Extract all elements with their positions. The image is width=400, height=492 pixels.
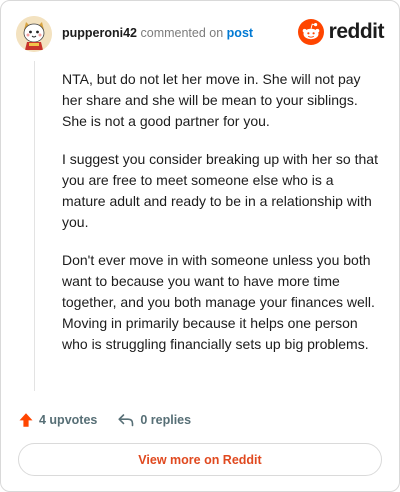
comment-header: pupperoni42 commented on post reddit [16, 16, 385, 52]
comment-actions: 4 upvotes 0 replies [18, 410, 191, 430]
comment-paragraph: Don't ever move in with someone unless y… [62, 252, 375, 352]
reddit-snoo-icon [297, 19, 324, 45]
reply-count: 0 replies [140, 413, 192, 427]
comment-embed-card: pupperoni42 commented on post reddit NTA… [0, 0, 400, 492]
thread-line [34, 61, 35, 391]
upvote-arrow-icon [19, 413, 33, 427]
reddit-wordmark: reddit [328, 20, 385, 43]
avatar-image [16, 16, 52, 52]
comment-body: NTA, but do not let her move in. She wil… [62, 69, 378, 372]
avatar[interactable] [16, 16, 52, 52]
reply-button[interactable]: 0 replies [117, 412, 191, 428]
commented-on-text: commented on [140, 26, 224, 40]
view-more-on-reddit-button[interactable]: View more on Reddit [18, 443, 382, 476]
comment-meta: pupperoni42 commented on post [62, 26, 253, 40]
post-link[interactable]: post [227, 26, 253, 40]
upvote-button[interactable]: 4 upvotes [18, 412, 97, 428]
reddit-logo[interactable]: reddit [297, 18, 385, 46]
comment-paragraph: I suggest you consider breaking up with … [62, 151, 378, 230]
comment-paragraph: NTA, but do not let her move in. She wil… [62, 71, 361, 129]
username-link[interactable]: pupperoni42 [62, 26, 137, 40]
upvote-count: 4 upvotes [39, 413, 98, 427]
reply-arrow-icon [118, 414, 134, 427]
